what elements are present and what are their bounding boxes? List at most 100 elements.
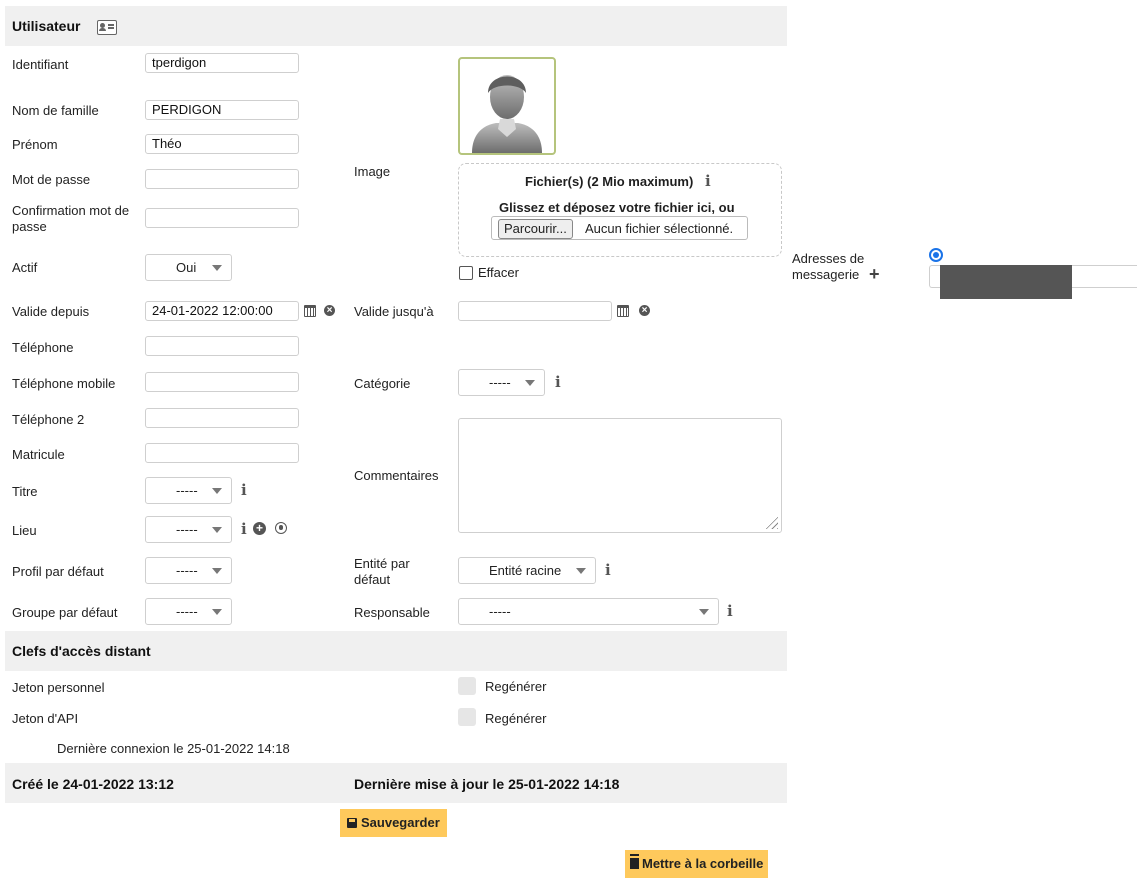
- label-valide-jusqua: Valide jusqu'à: [354, 304, 434, 319]
- last-login-text: Dernière connexion le 25-01-2022 14:18: [57, 741, 290, 756]
- password-input[interactable]: [145, 169, 299, 189]
- groupe-value: -----: [176, 604, 198, 619]
- save-label: Sauvegarder: [361, 815, 440, 830]
- chevron-down-icon: [576, 568, 586, 574]
- profil-select[interactable]: -----: [145, 557, 232, 584]
- info-icon[interactable]: i: [727, 603, 733, 619]
- regenerate-api-label: Regénérer: [485, 711, 547, 726]
- telephone-mobile-input[interactable]: [145, 372, 299, 392]
- trash-icon: [630, 856, 639, 869]
- clear-date-icon[interactable]: ×: [639, 305, 650, 316]
- contact-card-icon: [97, 20, 117, 35]
- label-lieu: Lieu: [12, 523, 37, 538]
- clear-image-checkbox[interactable]: [459, 266, 473, 280]
- info-icon[interactable]: i: [605, 562, 611, 578]
- label-image: Image: [354, 164, 391, 179]
- prenom-input[interactable]: Théo: [145, 134, 299, 154]
- commentaires-textarea[interactable]: [458, 418, 782, 533]
- info-icon[interactable]: i: [241, 482, 247, 498]
- trash-button[interactable]: Mettre à la corbeille: [625, 850, 769, 878]
- label-commentaires: Commentaires: [354, 468, 439, 483]
- calendar-icon[interactable]: [304, 305, 316, 317]
- label-mot-de-passe: Mot de passe: [12, 172, 91, 187]
- user-silhouette-icon: [472, 75, 542, 153]
- label-jeton-perso: Jeton personnel: [12, 680, 105, 695]
- chevron-down-icon: [212, 527, 222, 533]
- responsable-value: -----: [489, 604, 511, 619]
- upload-max-text: Fichier(s) (2 Mio maximum): [525, 174, 694, 189]
- redacted-email: [940, 265, 1072, 299]
- plus-circle-icon[interactable]: +: [253, 522, 266, 535]
- chevron-down-icon: [212, 265, 222, 271]
- remote-keys-title: Clefs d'accès distant: [12, 643, 151, 659]
- info-icon[interactable]: i: [555, 374, 561, 390]
- lieu-select[interactable]: -----: [145, 516, 232, 543]
- label-responsable: Responsable: [354, 605, 430, 620]
- upload-drop-text: Glissez et déposez votre fichier ici, ou: [499, 200, 735, 215]
- label-matricule: Matricule: [12, 447, 65, 462]
- chevron-down-icon: [525, 380, 535, 386]
- add-email-icon[interactable]: +: [869, 265, 880, 283]
- no-file-text: Aucun fichier sélectionné.: [585, 221, 734, 236]
- label-telephone2: Téléphone 2: [12, 412, 85, 427]
- file-input[interactable]: Parcourir... Aucun fichier sélectionné.: [491, 216, 748, 240]
- label-prenom: Prénom: [12, 137, 58, 152]
- floppy-disk-icon: [347, 818, 357, 828]
- telephone-input[interactable]: [145, 336, 299, 356]
- info-icon[interactable]: i: [705, 173, 711, 189]
- label-titre: Titre: [12, 484, 38, 499]
- label-entite: Entité par défaut: [354, 556, 410, 587]
- clear-image-label: Effacer: [478, 265, 519, 280]
- calendar-icon[interactable]: [617, 305, 629, 317]
- chevron-down-icon: [212, 488, 222, 494]
- entite-select[interactable]: Entité racine: [458, 557, 596, 584]
- label-telephone: Téléphone: [12, 340, 74, 355]
- trash-label: Mettre à la corbeille: [642, 856, 764, 871]
- titre-select[interactable]: -----: [145, 477, 232, 504]
- created-text: Créé le 24-01-2022 13:12: [12, 776, 174, 792]
- label-confirmation: Confirmation mot de passe: [12, 203, 130, 234]
- globe-icon[interactable]: [275, 522, 287, 534]
- regenerate-personal-checkbox[interactable]: [458, 677, 476, 695]
- save-button[interactable]: Sauvegarder: [340, 809, 447, 837]
- regenerate-personal-label: Regénérer: [485, 679, 547, 694]
- user-section-header: Utilisateur: [5, 6, 787, 46]
- nom-input[interactable]: PERDIGON: [145, 100, 299, 120]
- categorie-select[interactable]: -----: [458, 369, 545, 396]
- file-dropzone[interactable]: Fichier(s) (2 Mio maximum) i Glissez et …: [458, 163, 782, 257]
- responsable-select[interactable]: -----: [458, 598, 719, 625]
- titre-value: -----: [176, 483, 198, 498]
- updated-text: Dernière mise à jour le 25-01-2022 14:18: [354, 776, 620, 792]
- avatar: [458, 57, 556, 155]
- info-icon[interactable]: i: [241, 521, 247, 537]
- lieu-value: -----: [176, 522, 198, 537]
- remote-keys-header: Clefs d'accès distant: [5, 631, 787, 671]
- categorie-value: -----: [489, 375, 511, 390]
- identifiant-input[interactable]: tperdigon: [145, 53, 299, 73]
- chevron-down-icon: [212, 568, 222, 574]
- actif-value: Oui: [176, 260, 197, 275]
- meta-footer: Créé le 24-01-2022 13:12 Dernière mise à…: [5, 763, 787, 803]
- label-identifiant: Identifiant: [12, 57, 69, 72]
- label-jeton-api: Jeton d'API: [12, 711, 79, 726]
- valide-depuis-input[interactable]: 24-01-2022 12:00:00: [145, 301, 299, 321]
- chevron-down-icon: [212, 609, 222, 615]
- actif-select[interactable]: Oui: [145, 254, 232, 281]
- clear-date-icon[interactable]: ×: [324, 305, 335, 316]
- password-confirm-input[interactable]: [145, 208, 299, 228]
- label-telephone-mobile: Téléphone mobile: [12, 376, 116, 391]
- default-email-radio[interactable]: [929, 248, 943, 262]
- label-categorie: Catégorie: [354, 376, 411, 391]
- regenerate-api-checkbox[interactable]: [458, 708, 476, 726]
- telephone2-input[interactable]: [145, 408, 299, 428]
- profil-value: -----: [176, 563, 198, 578]
- entite-value: Entité racine: [489, 563, 562, 578]
- matricule-input[interactable]: [145, 443, 299, 463]
- label-groupe: Groupe par défaut: [12, 605, 118, 620]
- browse-button[interactable]: Parcourir...: [498, 219, 573, 239]
- chevron-down-icon: [699, 609, 709, 615]
- label-nom: Nom de famille: [12, 103, 99, 118]
- valide-jusqua-input[interactable]: [458, 301, 612, 321]
- label-actif: Actif: [12, 260, 38, 275]
- groupe-select[interactable]: -----: [145, 598, 232, 625]
